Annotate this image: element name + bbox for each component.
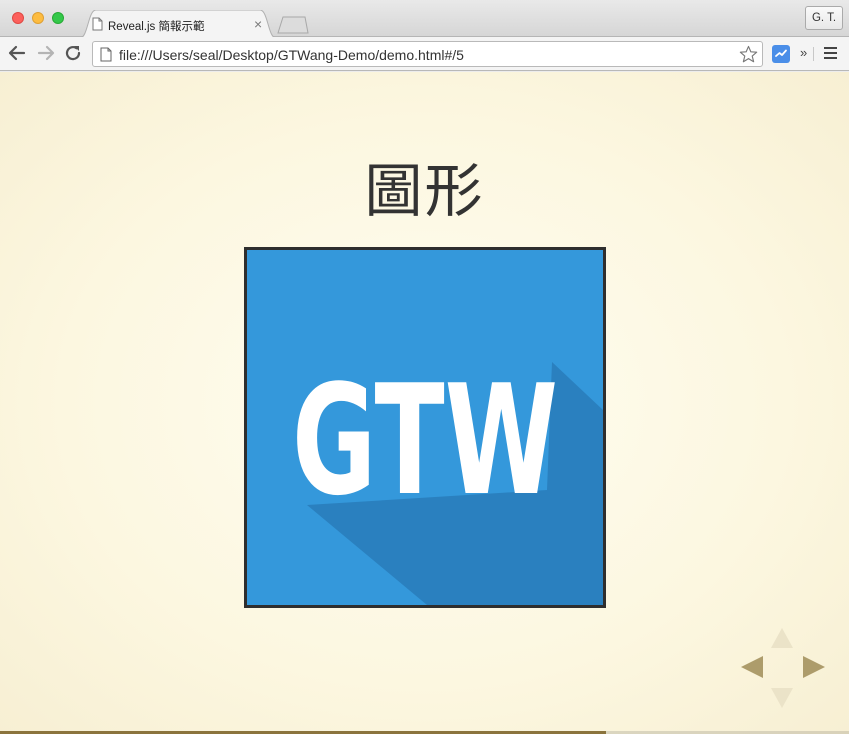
window-minimize-button[interactable] (32, 12, 44, 24)
window-close-button[interactable] (12, 12, 24, 24)
page-viewport: 圖形 GTW (0, 72, 849, 734)
navigate-left-arrow[interactable] (741, 656, 763, 678)
chart-check-icon (775, 49, 787, 57)
url-text[interactable]: file:///Users/seal/Desktop/GTWang-Demo/d… (119, 47, 464, 63)
page-icon (100, 47, 112, 62)
navigate-up-arrow[interactable] (771, 628, 793, 648)
browser-window: Reveal.js 簡報示範 × G. T. file:///Users/sea… (0, 0, 849, 734)
window-maximize-button[interactable] (52, 12, 64, 24)
back-arrow-icon[interactable] (7, 43, 27, 63)
navigate-down-arrow[interactable] (771, 688, 793, 708)
toolbar-divider (813, 47, 814, 61)
extension-icon[interactable] (772, 45, 790, 63)
logo-text: GTW (292, 352, 558, 529)
navigate-right-arrow[interactable] (803, 656, 825, 678)
address-bar[interactable]: file:///Users/seal/Desktop/GTWang-Demo/d… (92, 41, 763, 67)
extensions-overflow-icon[interactable]: » (800, 45, 807, 60)
slide-image-logo: GTW (244, 247, 606, 608)
tab-strip: Reveal.js 簡報示範 × G. T. (0, 0, 849, 38)
forward-arrow-icon[interactable] (36, 43, 56, 63)
bookmark-star-icon[interactable] (739, 45, 758, 64)
profile-button[interactable]: G. T. (805, 6, 843, 30)
tab-close-icon[interactable]: × (254, 16, 262, 32)
toolbar: file:///Users/seal/Desktop/GTWang-Demo/d… (0, 37, 849, 71)
menu-hamburger-icon[interactable] (824, 47, 838, 61)
tab-title: Reveal.js 簡報示範 (108, 21, 205, 33)
tab-active[interactable]: Reveal.js 簡報示範 × (80, 10, 276, 38)
reload-icon[interactable] (63, 43, 83, 63)
slide-title: 圖形 (364, 157, 485, 225)
page-icon (92, 17, 103, 31)
new-tab-button[interactable] (277, 16, 309, 34)
slide-navigation-controls (735, 622, 835, 712)
gtw-logo: GTW (292, 352, 603, 605)
